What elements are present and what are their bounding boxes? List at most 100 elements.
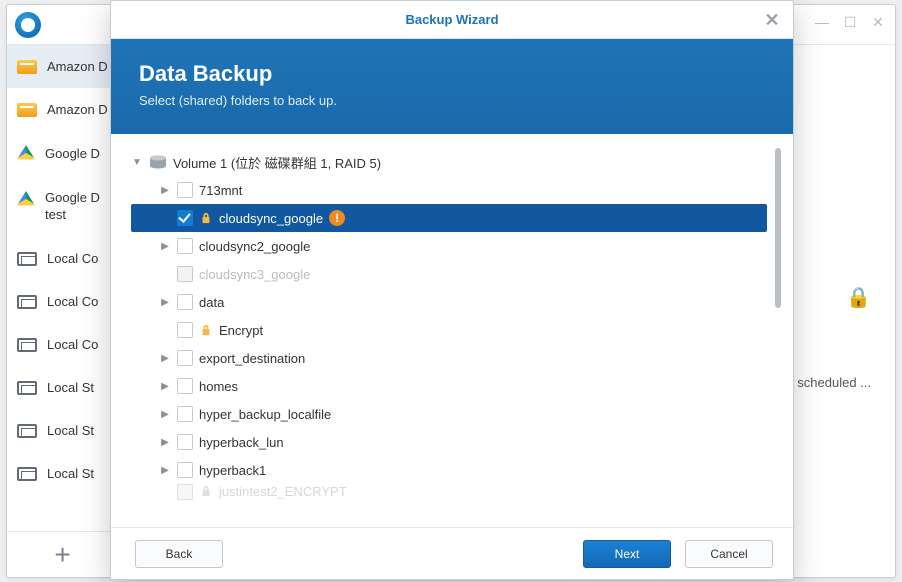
minimize-icon[interactable]: — bbox=[815, 15, 829, 29]
sidebar-item-local-2[interactable]: Local Co bbox=[7, 280, 118, 323]
folder-label: data bbox=[199, 295, 224, 310]
chevron-right-icon[interactable]: ▶ bbox=[159, 184, 171, 196]
folder-checkbox[interactable] bbox=[177, 378, 193, 394]
lock-person-icon[interactable]: 🔒 bbox=[846, 285, 871, 310]
folder-label: hyperback1 bbox=[199, 463, 266, 478]
folder-checkbox[interactable] bbox=[177, 462, 193, 478]
folder-node-disabled: ▶ cloudsync3_google bbox=[131, 260, 767, 288]
next-button-label: Next bbox=[615, 547, 640, 561]
folder-label: hyper_backup_localfile bbox=[199, 407, 331, 422]
sidebar-item-label: Amazon D bbox=[47, 102, 108, 117]
maximize-icon[interactable]: ☐ bbox=[843, 15, 857, 29]
folder-label: justintest2_ENCRYPT bbox=[219, 484, 347, 499]
dialog-header: Data Backup Select (shared) folders to b… bbox=[111, 39, 793, 134]
sidebar-item-label: Local St bbox=[47, 380, 94, 395]
volume-node[interactable]: ▼ Volume 1 (位於 磁碟群組 1, RAID 5) bbox=[131, 148, 767, 176]
folder-node[interactable]: ▶ hyper_backup_localfile bbox=[131, 400, 767, 428]
sidebar-item-label: Google D test bbox=[45, 189, 108, 223]
folder-checkbox[interactable] bbox=[177, 238, 193, 254]
window-controls: — ☐ ✕ bbox=[815, 15, 885, 29]
sidebar-item-label: Local Co bbox=[47, 294, 98, 309]
sidebar-item-gdrive-test[interactable]: Google D test bbox=[7, 175, 118, 237]
dialog-footer: Back Next Cancel bbox=[111, 527, 793, 579]
sidebar-item-amazon-1[interactable]: Amazon D bbox=[7, 45, 118, 88]
folder-node[interactable]: ▶ hyperback1 bbox=[131, 456, 767, 484]
folder-node-partial[interactable]: ▶ justintest2_ENCRYPT bbox=[131, 484, 767, 502]
back-button-label: Back bbox=[166, 547, 193, 561]
folder-label: hyperback_lun bbox=[199, 435, 284, 450]
lock-icon bbox=[199, 211, 213, 225]
scrollbar-thumb[interactable] bbox=[775, 148, 781, 308]
folder-node[interactable]: ▶ Encrypt bbox=[131, 316, 767, 344]
sidebar-item-local-4[interactable]: Local St bbox=[7, 366, 118, 409]
folder-node[interactable]: ▶ hyperback_lun bbox=[131, 428, 767, 456]
folder-checkbox[interactable] bbox=[177, 406, 193, 422]
app-icon bbox=[15, 12, 41, 38]
back-button[interactable]: Back bbox=[135, 540, 223, 568]
sidebar-item-local-6[interactable]: Local St bbox=[7, 452, 118, 495]
folder-node[interactable]: ▶ data bbox=[131, 288, 767, 316]
google-drive-icon bbox=[17, 145, 35, 161]
folder-node[interactable]: ▶ export_destination bbox=[131, 344, 767, 372]
volume-icon bbox=[149, 155, 167, 169]
folder-checkbox[interactable] bbox=[177, 434, 193, 450]
folder-node[interactable]: ▶ cloudsync2_google bbox=[131, 232, 767, 260]
folder-checkbox[interactable] bbox=[177, 322, 193, 338]
folder-label: export_destination bbox=[199, 351, 305, 366]
folder-label: 713mnt bbox=[199, 183, 242, 198]
dialog-body: ▼ Volume 1 (位於 磁碟群組 1, RAID 5) ▶ 713mnt … bbox=[111, 134, 793, 527]
folder-tree: ▼ Volume 1 (位於 磁碟群組 1, RAID 5) ▶ 713mnt … bbox=[131, 148, 767, 527]
folder-label: Encrypt bbox=[219, 323, 263, 338]
chevron-right-icon[interactable]: ▶ bbox=[159, 380, 171, 392]
sidebar-item-local-3[interactable]: Local Co bbox=[7, 323, 118, 366]
sidebar-item-local-1[interactable]: Local Co bbox=[7, 237, 118, 280]
next-button[interactable]: Next bbox=[583, 540, 671, 568]
dialog-title: Backup Wizard bbox=[405, 12, 498, 27]
cancel-button[interactable]: Cancel bbox=[685, 540, 773, 568]
sidebar-item-label: Local Co bbox=[47, 251, 98, 266]
chevron-right-icon[interactable]: ▶ bbox=[159, 436, 171, 448]
chevron-right-icon[interactable]: ▶ bbox=[159, 240, 171, 252]
chevron-right-icon[interactable]: ▶ bbox=[159, 296, 171, 308]
sidebar-item-label: Google D bbox=[45, 146, 100, 161]
close-icon[interactable]: ✕ bbox=[761, 9, 783, 31]
local-storage-icon bbox=[17, 295, 37, 309]
sidebar-item-label: Local St bbox=[47, 423, 94, 438]
add-target-button[interactable]: + bbox=[7, 531, 118, 577]
sidebar-item-label: Local St bbox=[47, 466, 94, 481]
sidebar-item-label: Local Co bbox=[47, 337, 98, 352]
folder-node[interactable]: ▶ homes bbox=[131, 372, 767, 400]
folder-checkbox[interactable] bbox=[177, 484, 193, 500]
folder-checkbox bbox=[177, 266, 193, 282]
dialog-subtitle: Select (shared) folders to back up. bbox=[139, 93, 765, 108]
warning-icon: ! bbox=[329, 210, 345, 226]
amazon-icon bbox=[17, 60, 37, 74]
volume-label: Volume 1 (位於 磁碟群組 1, RAID 5) bbox=[173, 153, 381, 172]
folder-checkbox[interactable] bbox=[177, 294, 193, 310]
google-drive-icon bbox=[17, 191, 35, 207]
close-window-icon[interactable]: ✕ bbox=[871, 15, 885, 29]
sidebar-item-label: Amazon D bbox=[47, 59, 108, 74]
chevron-right-icon[interactable]: ▶ bbox=[159, 464, 171, 476]
folder-checkbox[interactable] bbox=[177, 210, 193, 226]
cancel-button-label: Cancel bbox=[710, 547, 747, 561]
sidebar-item-gdrive-1[interactable]: Google D bbox=[7, 131, 118, 175]
folder-node-selected[interactable]: ▶ cloudsync_google ! bbox=[131, 204, 767, 232]
chevron-right-icon[interactable]: ▶ bbox=[159, 352, 171, 364]
folder-checkbox[interactable] bbox=[177, 182, 193, 198]
local-storage-icon bbox=[17, 252, 37, 266]
local-storage-icon bbox=[17, 338, 37, 352]
folder-label: cloudsync3_google bbox=[199, 267, 310, 282]
schedule-note: scheduled ... bbox=[797, 375, 871, 390]
dialog-titlebar[interactable]: Backup Wizard ✕ bbox=[111, 1, 793, 39]
folder-label: cloudsync_google bbox=[219, 211, 323, 226]
chevron-right-icon[interactable]: ▶ bbox=[159, 408, 171, 420]
sidebar-item-amazon-2[interactable]: Amazon D bbox=[7, 88, 118, 131]
folder-checkbox[interactable] bbox=[177, 350, 193, 366]
chevron-down-icon[interactable]: ▼ bbox=[131, 156, 143, 168]
sidebar: Amazon D Amazon D Google D Google D test… bbox=[7, 45, 119, 577]
local-storage-icon bbox=[17, 467, 37, 481]
folder-node[interactable]: ▶ 713mnt bbox=[131, 176, 767, 204]
local-storage-icon bbox=[17, 381, 37, 395]
sidebar-item-local-5[interactable]: Local St bbox=[7, 409, 118, 452]
